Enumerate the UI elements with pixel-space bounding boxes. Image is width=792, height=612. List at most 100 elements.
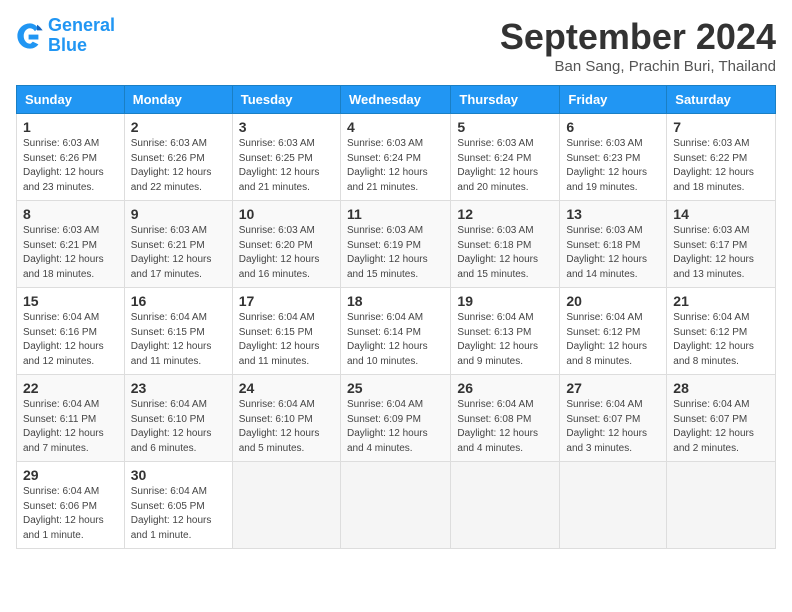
col-monday: Monday — [124, 86, 232, 114]
day-number: 28 — [673, 380, 769, 396]
day-number: 16 — [131, 293, 226, 309]
day-info: Sunrise: 6:03 AM Sunset: 6:19 PM Dayligh… — [347, 224, 444, 282]
table-row: 1 Sunrise: 6:03 AM Sunset: 6:26 PM Daylig… — [17, 114, 125, 201]
day-number: 18 — [347, 293, 444, 309]
table-row: 2 Sunrise: 6:03 AM Sunset: 6:26 PM Daylig… — [124, 114, 232, 201]
day-info: Sunrise: 6:04 AM Sunset: 6:11 PM Dayligh… — [23, 398, 118, 456]
day-number: 5 — [457, 119, 553, 135]
logo: General Blue — [16, 16, 115, 56]
table-row: 3 Sunrise: 6:03 AM Sunset: 6:25 PM Daylig… — [232, 114, 340, 201]
calendar-week-row: 29 Sunrise: 6:04 AM Sunset: 6:06 PM Dayli… — [17, 462, 776, 549]
day-number: 10 — [239, 206, 334, 222]
table-row: 6 Sunrise: 6:03 AM Sunset: 6:23 PM Daylig… — [560, 114, 667, 201]
day-number: 15 — [23, 293, 118, 309]
day-number: 29 — [23, 467, 118, 483]
day-number: 11 — [347, 206, 444, 222]
table-row: 8Sunrise: 6:03 AM Sunset: 6:21 PM Daylig… — [17, 201, 125, 288]
location-subtitle: Ban Sang, Prachin Buri, Thailand — [500, 58, 776, 75]
day-number: 23 — [131, 380, 226, 396]
table-row: 7Sunrise: 6:03 AM Sunset: 6:22 PM Daylig… — [667, 114, 776, 201]
day-number: 14 — [673, 206, 769, 222]
col-thursday: Thursday — [451, 86, 560, 114]
col-saturday: Saturday — [667, 86, 776, 114]
calendar-table: Sunday Monday Tuesday Wednesday Thursday… — [16, 85, 776, 549]
calendar-week-row: 15 Sunrise: 6:04 AM Sunset: 6:16 PM Dayli… — [17, 288, 776, 375]
day-number: 13 — [566, 206, 660, 222]
table-row: 9Sunrise: 6:03 AM Sunset: 6:21 PM Daylig… — [124, 201, 232, 288]
table-row: 29 Sunrise: 6:04 AM Sunset: 6:06 PM Dayli… — [17, 462, 125, 549]
day-info: Sunrise: 6:04 AM Sunset: 6:07 PM Dayligh… — [566, 398, 660, 456]
day-number: 25 — [347, 380, 444, 396]
col-friday: Friday — [560, 86, 667, 114]
day-info: Sunrise: 6:03 AM Sunset: 6:21 PM Dayligh… — [131, 224, 226, 282]
table-row: 25 Sunrise: 6:04 AM Sunset: 6:09 PM Dayli… — [340, 375, 450, 462]
table-row — [340, 462, 450, 549]
day-info: Sunrise: 6:04 AM Sunset: 6:07 PM Dayligh… — [673, 398, 769, 456]
day-info: Sunrise: 6:04 AM Sunset: 6:16 PM Dayligh… — [23, 311, 118, 369]
table-row: 23 Sunrise: 6:04 AM Sunset: 6:10 PM Dayli… — [124, 375, 232, 462]
table-row: 21 Sunrise: 6:04 AM Sunset: 6:12 PM Dayli… — [667, 288, 776, 375]
table-row: 13 Sunrise: 6:03 AM Sunset: 6:18 PM Dayli… — [560, 201, 667, 288]
calendar-week-row: 1 Sunrise: 6:03 AM Sunset: 6:26 PM Daylig… — [17, 114, 776, 201]
table-row: 12Sunrise: 6:03 AM Sunset: 6:18 PM Dayli… — [451, 201, 560, 288]
day-info: Sunrise: 6:03 AM Sunset: 6:21 PM Dayligh… — [23, 224, 118, 282]
day-info: Sunrise: 6:03 AM Sunset: 6:26 PM Dayligh… — [131, 137, 226, 195]
day-number: 2 — [131, 119, 226, 135]
table-row — [451, 462, 560, 549]
day-number: 6 — [566, 119, 660, 135]
day-number: 26 — [457, 380, 553, 396]
day-info: Sunrise: 6:04 AM Sunset: 6:09 PM Dayligh… — [347, 398, 444, 456]
table-row: 5 Sunrise: 6:03 AM Sunset: 6:24 PM Daylig… — [451, 114, 560, 201]
day-number: 22 — [23, 380, 118, 396]
day-info: Sunrise: 6:03 AM Sunset: 6:25 PM Dayligh… — [239, 137, 334, 195]
day-info: Sunrise: 6:04 AM Sunset: 6:10 PM Dayligh… — [131, 398, 226, 456]
day-info: Sunrise: 6:03 AM Sunset: 6:17 PM Dayligh… — [673, 224, 769, 282]
general-blue-logo-icon — [16, 22, 44, 50]
day-number: 1 — [23, 119, 118, 135]
table-row: 20 Sunrise: 6:04 AM Sunset: 6:12 PM Dayli… — [560, 288, 667, 375]
month-year-title: September 2024 — [500, 16, 776, 58]
table-row: 16 Sunrise: 6:04 AM Sunset: 6:15 PM Dayli… — [124, 288, 232, 375]
day-number: 19 — [457, 293, 553, 309]
day-info: Sunrise: 6:04 AM Sunset: 6:12 PM Dayligh… — [566, 311, 660, 369]
day-info: Sunrise: 6:03 AM Sunset: 6:26 PM Dayligh… — [23, 137, 118, 195]
col-sunday: Sunday — [17, 86, 125, 114]
day-number: 3 — [239, 119, 334, 135]
page-header: General Blue September 2024 Ban Sang, Pr… — [16, 16, 776, 75]
table-row: 22 Sunrise: 6:04 AM Sunset: 6:11 PM Dayli… — [17, 375, 125, 462]
day-info: Sunrise: 6:04 AM Sunset: 6:06 PM Dayligh… — [23, 485, 118, 543]
day-info: Sunrise: 6:03 AM Sunset: 6:18 PM Dayligh… — [457, 224, 553, 282]
table-row — [667, 462, 776, 549]
day-info: Sunrise: 6:04 AM Sunset: 6:15 PM Dayligh… — [131, 311, 226, 369]
table-row: 17Sunrise: 6:04 AM Sunset: 6:15 PM Dayli… — [232, 288, 340, 375]
table-row: 10Sunrise: 6:03 AM Sunset: 6:20 PM Dayli… — [232, 201, 340, 288]
day-number: 20 — [566, 293, 660, 309]
table-row: 30Sunrise: 6:04 AM Sunset: 6:05 PM Dayli… — [124, 462, 232, 549]
col-wednesday: Wednesday — [340, 86, 450, 114]
table-row: 11 Sunrise: 6:03 AM Sunset: 6:19 PM Dayli… — [340, 201, 450, 288]
table-row — [560, 462, 667, 549]
day-number: 7 — [673, 119, 769, 135]
table-row: 18 Sunrise: 6:04 AM Sunset: 6:14 PM Dayli… — [340, 288, 450, 375]
day-info: Sunrise: 6:03 AM Sunset: 6:24 PM Dayligh… — [457, 137, 553, 195]
day-info: Sunrise: 6:04 AM Sunset: 6:14 PM Dayligh… — [347, 311, 444, 369]
day-info: Sunrise: 6:03 AM Sunset: 6:23 PM Dayligh… — [566, 137, 660, 195]
table-row — [232, 462, 340, 549]
day-info: Sunrise: 6:03 AM Sunset: 6:18 PM Dayligh… — [566, 224, 660, 282]
day-number: 24 — [239, 380, 334, 396]
day-number: 21 — [673, 293, 769, 309]
calendar-header-row: Sunday Monday Tuesday Wednesday Thursday… — [17, 86, 776, 114]
calendar-week-row: 22 Sunrise: 6:04 AM Sunset: 6:11 PM Dayli… — [17, 375, 776, 462]
day-info: Sunrise: 6:04 AM Sunset: 6:10 PM Dayligh… — [239, 398, 334, 456]
table-row: 28 Sunrise: 6:04 AM Sunset: 6:07 PM Dayli… — [667, 375, 776, 462]
day-info: Sunrise: 6:04 AM Sunset: 6:12 PM Dayligh… — [673, 311, 769, 369]
title-section: September 2024 Ban Sang, Prachin Buri, T… — [500, 16, 776, 75]
day-number: 27 — [566, 380, 660, 396]
table-row: 19Sunrise: 6:04 AM Sunset: 6:13 PM Dayli… — [451, 288, 560, 375]
table-row: 27 Sunrise: 6:04 AM Sunset: 6:07 PM Dayli… — [560, 375, 667, 462]
day-number: 30 — [131, 467, 226, 483]
table-row: 24 Sunrise: 6:04 AM Sunset: 6:10 PM Dayli… — [232, 375, 340, 462]
day-number: 17 — [239, 293, 334, 309]
day-info: Sunrise: 6:03 AM Sunset: 6:24 PM Dayligh… — [347, 137, 444, 195]
table-row: 26Sunrise: 6:04 AM Sunset: 6:08 PM Dayli… — [451, 375, 560, 462]
